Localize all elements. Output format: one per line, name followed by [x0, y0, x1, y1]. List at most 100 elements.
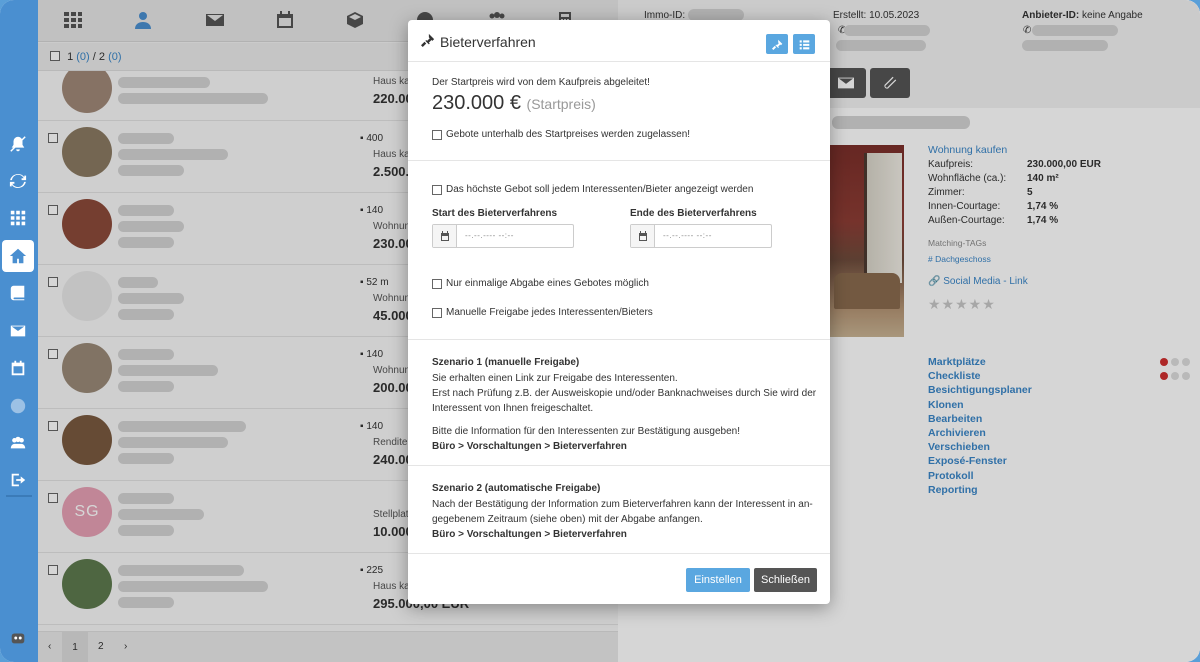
link-checkliste[interactable]: Checkliste	[928, 369, 1032, 383]
refresh-icon[interactable]	[0, 165, 36, 197]
created-date: Erstellt: 10.05.2023	[833, 10, 920, 21]
page-1-button[interactable]: 1	[62, 632, 88, 662]
property-type: Stellplat	[373, 509, 409, 520]
property-type: Wohnun	[373, 293, 411, 304]
link-archivieren[interactable]: Archivieren	[928, 426, 1032, 440]
status-dot	[1182, 358, 1190, 366]
property-area: ▪ 140	[360, 205, 384, 216]
select-all-checkbox[interactable]	[50, 51, 60, 61]
link-reporting[interactable]: Reporting	[928, 483, 1032, 497]
attachment-button[interactable]	[870, 68, 910, 98]
avatar: SG	[62, 487, 112, 537]
link-protokoll[interactable]: Protokoll	[928, 469, 1032, 483]
property-type: Rendite	[373, 437, 408, 448]
book-icon[interactable]	[0, 277, 36, 309]
property-area: ▪ 140	[360, 349, 384, 360]
rating-stars[interactable]: ★★★★★	[928, 296, 996, 313]
tag-link[interactable]: # Dachgeschoss	[928, 254, 991, 264]
property-price: 230.00	[373, 236, 413, 251]
bell-off-icon[interactable]	[0, 128, 36, 160]
link-icon: 🔗	[928, 276, 941, 287]
apply-button[interactable]: Einstellen	[686, 568, 750, 592]
row-checkbox[interactable]	[48, 421, 58, 431]
property-area: ▪ 52 m	[360, 277, 389, 288]
single-bid-checkbox[interactable]	[432, 279, 442, 289]
envelope-icon[interactable]	[204, 10, 226, 30]
grid-icon[interactable]	[0, 202, 36, 234]
row-checkbox[interactable]	[48, 205, 58, 215]
start-date-label: Start des Bieterverfahrens	[432, 208, 558, 219]
link-verschieben[interactable]: Verschieben	[928, 440, 1032, 454]
prop-value: 1,74 %	[1027, 215, 1059, 226]
gavel-icon	[421, 33, 435, 47]
grid-view-icon[interactable]	[62, 10, 84, 30]
robot-icon[interactable]	[0, 622, 36, 654]
cube-icon[interactable]	[344, 10, 366, 30]
sidebar	[0, 0, 38, 662]
bidding-dialog: Bieterverfahren Der Startpreis wird von …	[408, 20, 830, 604]
selected-count-sel[interactable]: (0)	[76, 51, 89, 63]
property-thumbnail	[62, 415, 112, 465]
status-dot	[1160, 372, 1168, 380]
users-icon[interactable]	[0, 427, 36, 459]
row-checkbox[interactable]	[48, 493, 58, 503]
home-icon[interactable]	[2, 240, 34, 272]
close-button[interactable]: Schließen	[754, 568, 817, 592]
row-checkbox[interactable]	[48, 565, 58, 575]
email-button[interactable]	[826, 68, 866, 98]
link-besichtigungsplaner[interactable]: Besichtigungsplaner	[928, 383, 1032, 397]
redacted-text	[118, 349, 174, 360]
manual-release-checkbox[interactable]	[432, 308, 442, 318]
scenario-2-text: Nach der Bestätigung der Information zum…	[432, 499, 813, 510]
row-checkbox[interactable]	[48, 133, 58, 143]
link-expose-fenster[interactable]: Exposé-Fenster	[928, 454, 1032, 468]
mail-icon[interactable]	[0, 315, 36, 347]
prop-key: Wohnfläche (ca.):	[928, 173, 1007, 184]
property-type: Haus ka	[373, 581, 410, 592]
dialog-header: Bieterverfahren	[408, 20, 830, 62]
scenario-1-text: Interessent von Ihnen freigeschaltet.	[432, 403, 594, 414]
user-icon[interactable]	[132, 10, 154, 30]
logout-icon[interactable]	[0, 464, 36, 496]
globe-icon[interactable]	[0, 390, 36, 422]
show-highest-bid-label: Das höchste Gebot soll jedem Interessent…	[446, 184, 754, 195]
list-button[interactable]	[793, 34, 815, 54]
start-date-input[interactable]: --.--.---- --:--	[432, 224, 574, 248]
row-checkbox[interactable]	[48, 349, 58, 359]
page-2-button[interactable]: 2	[98, 641, 104, 652]
next-page-icon[interactable]: ›	[124, 641, 127, 652]
allow-below-start-label: Gebote unterhalb des Startpreises werden…	[446, 129, 691, 140]
type-link[interactable]: Wohnung kaufen	[928, 144, 1007, 156]
gavel-button[interactable]	[766, 34, 788, 54]
selected-count: 1	[67, 51, 74, 63]
link-bearbeiten[interactable]: Bearbeiten	[928, 412, 1032, 426]
calendar-icon	[631, 225, 655, 247]
link-klonen[interactable]: Klonen	[928, 398, 1032, 412]
end-date-input[interactable]: --.--.---- --:--	[630, 224, 772, 248]
total-count: 2	[98, 51, 106, 63]
property-price: 2.500.	[373, 164, 410, 179]
property-photo	[830, 145, 904, 337]
property-price: 45.000	[373, 308, 413, 323]
end-date-label: Ende des Bieterverfahrens	[630, 208, 757, 219]
scenario-1-text: Bitte die Information für den Interessen…	[432, 426, 740, 437]
row-checkbox[interactable]	[48, 277, 58, 287]
scenario-1-title: Szenario 1 (manuelle Freigabe)	[432, 357, 580, 368]
calendar-nav-icon[interactable]	[274, 10, 296, 30]
redacted-text	[118, 437, 228, 448]
status-dot	[1160, 358, 1168, 366]
redacted-text	[118, 509, 204, 520]
property-thumbnail	[62, 271, 112, 321]
prev-page-icon[interactable]: ‹	[48, 641, 51, 652]
allow-below-start-checkbox[interactable]	[432, 130, 442, 140]
calendar-icon[interactable]	[0, 352, 36, 384]
matching-tags-label: Matching-TAGs	[928, 238, 987, 248]
property-thumbnail	[62, 343, 112, 393]
redacted-text	[118, 565, 244, 576]
redacted-text	[118, 205, 174, 216]
show-highest-bid-checkbox[interactable]	[432, 185, 442, 195]
social-media-link[interactable]: 🔗 Social Media - Link	[928, 276, 1028, 287]
link-marktplaetze[interactable]: Marktplätze	[928, 355, 1032, 369]
provider-id: Anbieter-ID: keine Angabe	[1022, 10, 1143, 21]
total-count-sel[interactable]: (0)	[108, 51, 121, 63]
